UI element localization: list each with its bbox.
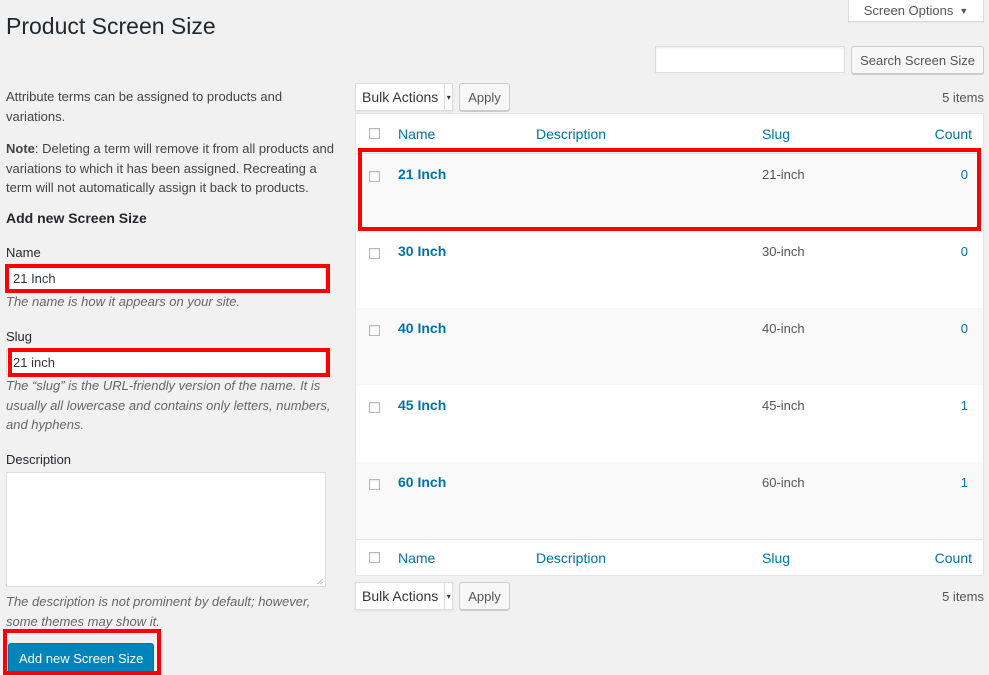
row-checkbox[interactable] (369, 479, 380, 490)
triangle-down-icon: ▼ (959, 5, 969, 16)
resize-handle-icon[interactable] (317, 578, 323, 584)
column-header-count[interactable]: Count (902, 126, 972, 142)
chevron-down-icon: ▾ (444, 583, 452, 609)
term-slug: 40-inch (762, 321, 805, 336)
form-heading: Add new Screen Size (6, 210, 147, 226)
search-box: Search Screen Size (655, 46, 984, 74)
items-count-bottom: 5 items (942, 588, 984, 604)
page-title: Product Screen Size (6, 13, 216, 39)
intro-text: Attribute terms can be assigned to produ… (6, 89, 283, 124)
table-row: 40 Inch 40-inch 0 (356, 308, 983, 385)
screen-options-button[interactable]: Screen Options ▼ (848, 0, 984, 22)
note-body: : Deleting a term will remove it from al… (6, 141, 335, 195)
term-count-link[interactable]: 0 (902, 244, 972, 259)
term-slug: 45-inch (762, 398, 805, 413)
column-header-description[interactable]: Description (536, 126, 762, 142)
items-count: 5 items (942, 89, 984, 105)
term-slug: 21-inch (762, 167, 805, 182)
row-checkbox[interactable] (369, 325, 380, 336)
table-row: 21 Inch 21-inch 0 (356, 154, 983, 231)
tablenav-top: Bulk Actions ▾ Apply 5 items (355, 83, 984, 111)
select-all-checkbox[interactable] (369, 552, 380, 563)
term-name-link[interactable]: 60 Inch (398, 474, 536, 490)
bulk-actions-value: Bulk Actions (362, 588, 439, 604)
term-name-link[interactable]: 30 Inch (398, 243, 536, 259)
bulk-actions-select[interactable]: Bulk Actions ▾ (355, 83, 454, 111)
add-new-term-button[interactable]: Add new Screen Size (8, 643, 155, 673)
row-checkbox[interactable] (369, 402, 380, 413)
term-count-link[interactable]: 0 (902, 321, 972, 336)
name-label: Name (6, 245, 41, 260)
term-name-link[interactable]: 40 Inch (398, 320, 536, 336)
row-checkbox[interactable] (369, 248, 380, 259)
column-footer-description[interactable]: Description (536, 550, 762, 566)
term-name-link[interactable]: 45 Inch (398, 397, 536, 413)
table-row: 30 Inch 30-inch 0 (356, 231, 983, 308)
table-footer-row: Name Description Slug Count (356, 539, 983, 575)
name-field[interactable] (6, 265, 326, 291)
slug-label: Slug (6, 329, 33, 344)
term-name-link[interactable]: 21 Inch (398, 166, 536, 182)
search-button[interactable]: Search Screen Size (851, 46, 984, 74)
name-hint: The name is how it appears on your site. (6, 294, 241, 309)
terms-table: Name Description Slug Count 21 Inch 21-i… (355, 113, 984, 576)
tablenav-bottom: Bulk Actions ▾ Apply 5 items (355, 582, 984, 610)
term-slug: 30-inch (762, 244, 805, 259)
screen-options-label: Screen Options (863, 3, 954, 18)
term-count-link[interactable]: 1 (902, 475, 972, 490)
slug-hint: The “slug” is the URL-friendly version o… (6, 378, 331, 432)
description-label: Description (6, 452, 72, 467)
column-header-name[interactable]: Name (398, 126, 536, 142)
term-count-link[interactable]: 0 (902, 167, 972, 182)
table-row: 60 Inch 60-inch 1 (356, 462, 983, 539)
note-label: Note (6, 141, 35, 156)
table-row: 45 Inch 45-inch 1 (356, 385, 983, 462)
slug-field[interactable] (6, 349, 326, 375)
column-footer-name[interactable]: Name (398, 550, 536, 566)
apply-button[interactable]: Apply (459, 83, 510, 111)
search-input[interactable] (655, 46, 846, 73)
description-textarea[interactable] (6, 472, 326, 587)
term-slug: 60-inch (762, 475, 805, 490)
term-count-link[interactable]: 1 (902, 398, 972, 413)
description-hint: The description is not prominent by defa… (6, 594, 311, 629)
column-footer-count[interactable]: Count (902, 550, 972, 566)
apply-button-bottom[interactable]: Apply (459, 582, 510, 610)
select-all-checkbox[interactable] (369, 128, 380, 139)
column-footer-slug[interactable]: Slug (762, 550, 902, 566)
row-checkbox[interactable] (369, 171, 380, 182)
table-header-row: Name Description Slug Count (356, 114, 983, 154)
note-text: Note: Deleting a term will remove it fro… (6, 139, 340, 198)
bulk-actions-value: Bulk Actions (362, 89, 439, 105)
bulk-actions-select-bottom[interactable]: Bulk Actions ▾ (355, 582, 454, 610)
chevron-down-icon: ▾ (444, 84, 452, 110)
column-header-slug[interactable]: Slug (762, 126, 902, 142)
